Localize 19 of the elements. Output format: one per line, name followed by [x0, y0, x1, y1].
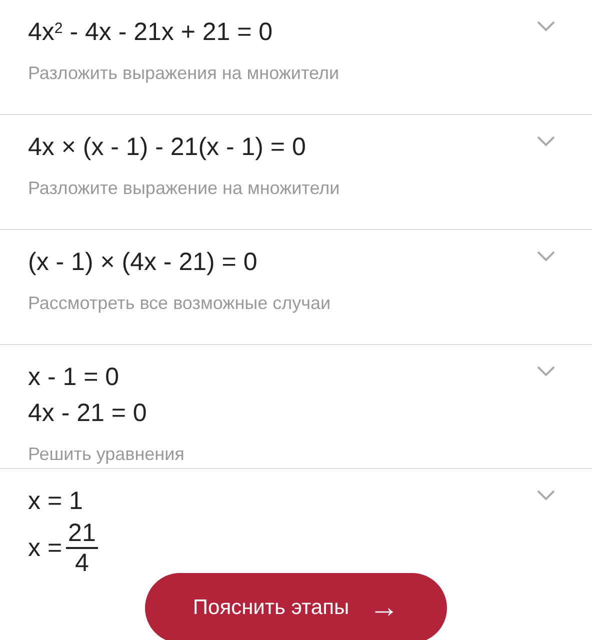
step-description: Рассмотреть все возможные случаи: [28, 292, 332, 315]
chevron-down-icon[interactable]: [536, 250, 556, 262]
math-expression: 4x$^{2}$ - 4x - 21x + 21 = 0: [28, 17, 273, 48]
step-description: Разложить выражения на множители: [28, 62, 340, 85]
numerator: 21: [66, 519, 98, 549]
math-expression: 4x × (x - 1) - 21(x - 1) = 0: [28, 132, 306, 163]
math-expression: 4x - 21 = 0: [28, 398, 147, 429]
math-expression: (x - 1) × (4x - 21) = 0: [28, 247, 258, 278]
math-expression: x - 1 = 0: [28, 362, 120, 393]
denominator: 4: [75, 549, 89, 577]
chevron-down-icon[interactable]: [536, 20, 556, 32]
step-description: Решить уравнения: [28, 443, 186, 466]
math-expression: x = 1: [28, 486, 83, 517]
chevron-down-icon[interactable]: [536, 365, 556, 377]
chevron-down-icon[interactable]: [536, 489, 556, 501]
chevron-down-icon[interactable]: [536, 135, 556, 147]
math-expression: x =: [28, 533, 62, 564]
explain-steps-button[interactable]: Пояснить этапы →: [145, 573, 447, 640]
step-description: Разложите выражение на множители: [28, 177, 341, 200]
